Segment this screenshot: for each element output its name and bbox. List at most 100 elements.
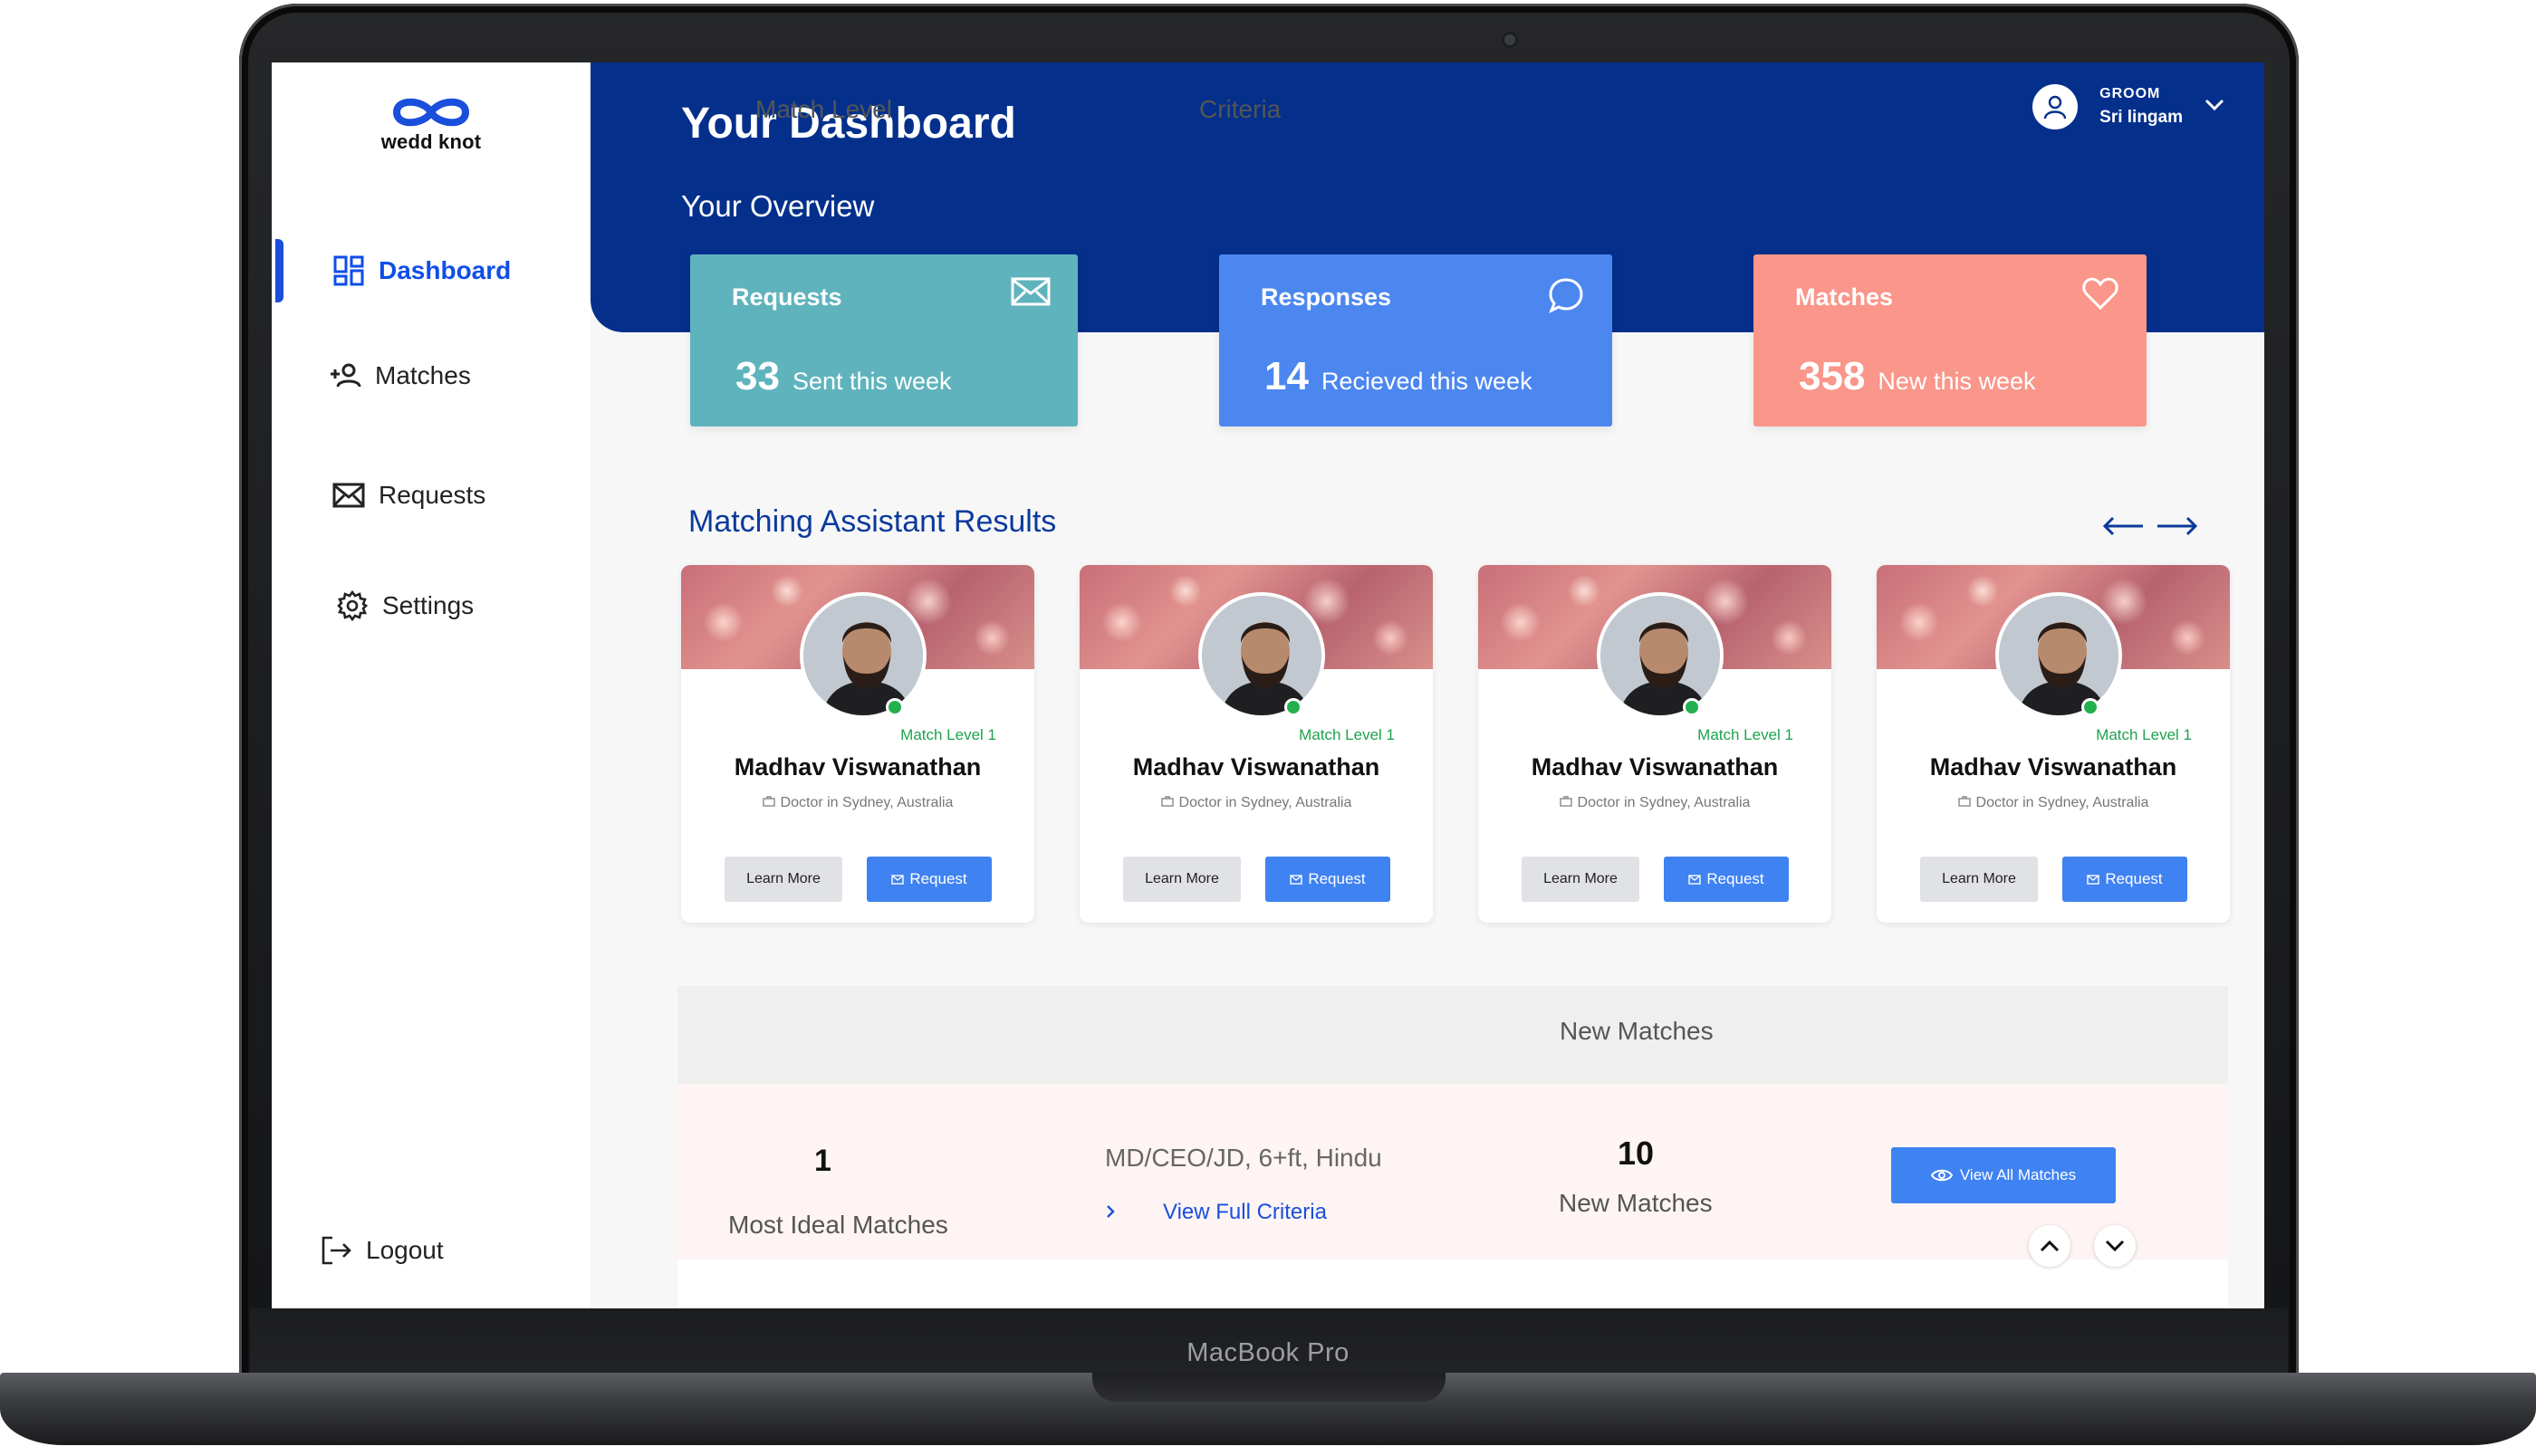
stat-value: 14 xyxy=(1264,354,1309,398)
match-level-description: Most Ideal Matches xyxy=(728,1211,948,1239)
request-button[interactable]: Request xyxy=(2062,857,2187,902)
stat-value: 358 xyxy=(1799,354,1866,398)
profile-subtitle: Doctor in Sydney, Australia xyxy=(1478,795,1831,811)
collapse-row-button[interactable] xyxy=(2029,1225,2070,1267)
stat-title: Responses xyxy=(1261,283,1392,311)
stat-card-responses[interactable]: Responses 14 Recieved this week xyxy=(1219,254,1612,426)
profile-subtitle: Doctor in Sydney, Australia xyxy=(1080,795,1433,811)
new-matches-count: 10 xyxy=(1618,1135,1655,1172)
eye-icon xyxy=(1930,1169,1953,1182)
view-full-criteria-link[interactable]: View Full Criteria xyxy=(1105,1200,1327,1225)
user-name: Sri lingam xyxy=(2099,108,2183,127)
profile-name: Madhav Viswanathan xyxy=(1929,753,2177,781)
envelope-icon xyxy=(891,874,905,885)
new-matches-label: New Matches xyxy=(1559,1189,1713,1217)
online-status-dot xyxy=(1683,698,1701,716)
match-level-badge: Match Level 1 xyxy=(1697,726,1793,743)
avatar xyxy=(2032,84,2079,129)
chevron-up-icon xyxy=(2040,1240,2060,1252)
stat-title: Requests xyxy=(732,283,842,311)
sidebar-item-label: Dashboard xyxy=(379,256,512,284)
chat-bubble-icon xyxy=(1547,276,1585,319)
table-header xyxy=(677,986,2228,1084)
stat-label: Sent this week xyxy=(792,368,952,395)
briefcase-icon xyxy=(1160,795,1174,811)
request-label: Request xyxy=(1706,870,1764,887)
profile-subtitle: Doctor in Sydney, Australia xyxy=(681,795,1034,811)
logout-icon xyxy=(319,1233,353,1268)
column-header-new-matches: New Matches xyxy=(1560,1017,1714,1045)
app-logo[interactable]: wedd knot xyxy=(272,94,591,154)
envelope-icon xyxy=(331,478,366,512)
match-card[interactable]: Match Level 1 Madhav Viswanathan Doctor … xyxy=(1478,565,1831,923)
arrow-left-icon[interactable] xyxy=(2101,515,2145,541)
request-button[interactable]: Request xyxy=(1265,857,1390,902)
profile-photo xyxy=(1198,592,1325,719)
dashboard-icon xyxy=(331,254,366,288)
learn-more-button[interactable]: Learn More xyxy=(1920,857,2038,902)
learn-more-button[interactable]: Learn More xyxy=(1123,857,1241,902)
online-status-dot xyxy=(886,698,904,716)
profile-subtitle: Doctor in Sydney, Australia xyxy=(1877,795,2230,811)
column-header-match-level: Match Level xyxy=(755,95,892,123)
match-card[interactable]: Match Level 1 Madhav Viswanathan Doctor … xyxy=(1877,565,2230,923)
profile-name: Madhav Viswanathan xyxy=(1531,753,1779,781)
briefcase-icon xyxy=(1559,795,1572,811)
gear-icon xyxy=(335,589,370,623)
sidebar-item-settings[interactable]: Settings xyxy=(272,579,591,633)
request-label: Request xyxy=(1308,870,1366,887)
briefcase-icon xyxy=(1957,795,1971,811)
online-status-dot xyxy=(1284,698,1302,716)
column-header-criteria: Criteria xyxy=(1199,95,1282,123)
logo-text: wedd knot xyxy=(380,130,482,153)
envelope-icon xyxy=(1290,874,1303,885)
match-level-badge: Match Level 1 xyxy=(900,726,996,743)
sidebar-item-label: Settings xyxy=(382,591,475,619)
page-subtitle: Your Overview xyxy=(681,189,875,223)
laptop-notch xyxy=(1092,1373,1446,1402)
profile-subtitle-text: Doctor in Sydney, Australia xyxy=(1577,795,1751,811)
request-label: Request xyxy=(2105,870,2163,887)
sidebar-item-label: Requests xyxy=(379,481,486,509)
learn-more-button[interactable]: Learn More xyxy=(725,857,842,902)
request-button[interactable]: Request xyxy=(867,857,992,902)
heart-icon xyxy=(2081,276,2119,315)
user-menu[interactable]: GROOM Sri lingam xyxy=(2032,84,2224,129)
request-button[interactable]: Request xyxy=(1664,857,1789,902)
screen: wedd knot Dashboard Matches Requests Set… xyxy=(272,62,2264,1308)
stat-label: Recieved this week xyxy=(1321,368,1532,395)
arrow-right-icon[interactable] xyxy=(2156,515,2199,541)
view-all-matches-label: View All Matches xyxy=(1959,1166,2077,1183)
expand-row-button[interactable] xyxy=(2094,1225,2136,1267)
profile-subtitle-text: Doctor in Sydney, Australia xyxy=(780,795,954,811)
profile-photo xyxy=(800,592,927,719)
profile-person-icon xyxy=(1202,596,1321,715)
add-user-icon xyxy=(328,359,362,393)
stat-card-matches[interactable]: Matches 358 New this week xyxy=(1753,254,2147,426)
sidebar: wedd knot Dashboard Matches Requests Set… xyxy=(272,62,591,1308)
match-level-badge: Match Level 1 xyxy=(1299,726,1395,743)
chevron-down-icon[interactable] xyxy=(2205,99,2224,116)
profile-subtitle-text: Doctor in Sydney, Australia xyxy=(1975,795,2149,811)
chevron-right-icon xyxy=(1105,1201,1116,1224)
match-card[interactable]: Match Level 1 Madhav Viswanathan Doctor … xyxy=(681,565,1034,923)
sidebar-item-label: Matches xyxy=(375,361,471,389)
match-card[interactable]: Match Level 1 Madhav Viswanathan Doctor … xyxy=(1080,565,1433,923)
sidebar-item-matches[interactable]: Matches xyxy=(272,349,591,403)
profile-name: Madhav Viswanathan xyxy=(1132,753,1380,781)
logout-button[interactable]: Logout xyxy=(272,1223,591,1278)
envelope-icon xyxy=(1011,276,1051,311)
learn-more-button[interactable]: Learn More xyxy=(1522,857,1639,902)
request-label: Request xyxy=(909,870,967,887)
laptop-brand-label: MacBook Pro xyxy=(1186,1338,1350,1367)
profile-name: Madhav Viswanathan xyxy=(734,753,982,781)
user-icon xyxy=(2043,95,2067,120)
stat-card-requests[interactable]: Requests 33 Sent this week xyxy=(690,254,1078,426)
envelope-icon xyxy=(2087,874,2100,885)
envelope-icon xyxy=(1688,874,1702,885)
view-all-matches-button[interactable]: View All Matches xyxy=(1891,1147,2116,1203)
profile-person-icon xyxy=(1600,596,1720,715)
sidebar-item-dashboard[interactable]: Dashboard xyxy=(272,244,591,298)
chevron-down-icon xyxy=(2105,1240,2125,1252)
sidebar-item-requests[interactable]: Requests xyxy=(272,468,591,522)
